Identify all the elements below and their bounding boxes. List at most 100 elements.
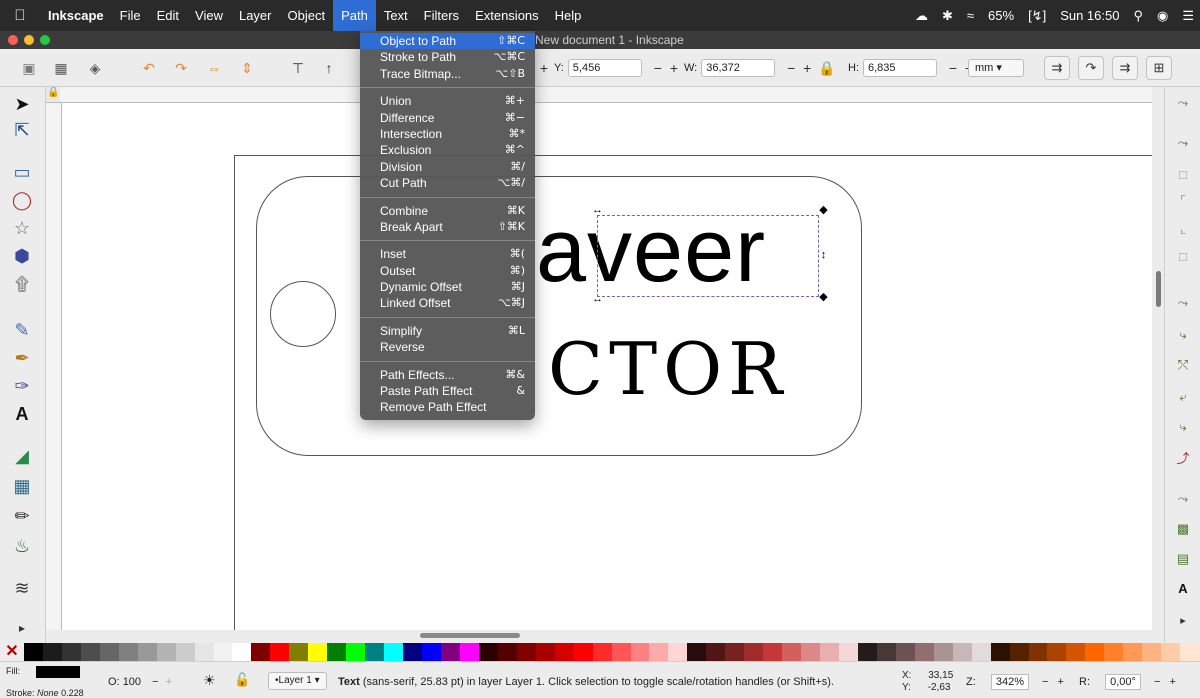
menu-item-union[interactable]: Union ⌘+ — [360, 93, 535, 109]
raise-icon[interactable]: ↑ — [320, 59, 338, 77]
menu-item-combine[interactable]: Combine ⌘K — [360, 203, 535, 219]
selector-tool-icon[interactable]: ➤ — [9, 91, 35, 117]
rotate-ccw-icon[interactable]: ↶ — [140, 59, 158, 77]
menu-item-exclusion[interactable]: Exclusion ⌘^ — [360, 142, 535, 158]
menu-item-division[interactable]: Division ⌘/ — [360, 159, 535, 175]
clock[interactable]: Sun 16:50 — [1060, 8, 1119, 23]
snap-centers-icon[interactable]: ▩ — [1173, 519, 1193, 539]
menu-item-remove-path-effect[interactable]: Remove Path Effect — [360, 399, 535, 415]
toggle-lock-icon[interactable]: 🔓 — [234, 672, 250, 688]
h-decrement-icon[interactable]: − — [947, 60, 959, 76]
palette-swatch[interactable] — [801, 643, 821, 661]
palette-swatch[interactable] — [80, 643, 100, 661]
creative-cloud-icon[interactable]: ☁ — [915, 8, 928, 24]
palette-swatch[interactable] — [857, 643, 877, 661]
toolbox-expand-icon[interactable]: ▸ — [9, 615, 35, 641]
palette-swatch[interactable] — [403, 643, 423, 661]
menu-item-break-apart[interactable]: Break Apart ⇧⌘K — [360, 219, 535, 235]
rotation-input[interactable]: 0,00° — [1105, 674, 1141, 690]
raise-to-top-icon[interactable]: ⊤ — [289, 59, 307, 77]
dropper-tool-icon[interactable]: ✏ — [9, 503, 35, 529]
palette-swatch[interactable] — [118, 643, 138, 661]
palette-swatch[interactable] — [706, 643, 726, 661]
palette-swatch[interactable] — [573, 643, 593, 661]
spiral-tool-icon[interactable]: ۩ — [9, 271, 35, 297]
minimize-window-button[interactable] — [24, 35, 34, 45]
menu-item-difference[interactable]: Difference ⌘− — [360, 110, 535, 126]
palette-swatch[interactable] — [1123, 643, 1143, 661]
menu-object[interactable]: Object — [280, 0, 334, 31]
paint-bucket-tool-icon[interactable]: ♨ — [9, 533, 35, 559]
3d-box-tool-icon[interactable]: ⬢ — [9, 243, 35, 269]
palette-swatch[interactable] — [744, 643, 764, 661]
palette-swatch[interactable] — [725, 643, 745, 661]
drawing-canvas[interactable]: aveer CTOR ↔ ◆ ↕ ↔ ◆ — [62, 103, 1152, 630]
scale-handle-top-right[interactable]: ◆ — [819, 205, 828, 216]
calligraphy-tool-icon[interactable]: ✑ — [9, 373, 35, 399]
menu-item-outset[interactable]: Outset ⌘) — [360, 263, 535, 279]
menu-item-trace-bitmap[interactable]: Trace Bitmap... ⌥⇧B — [360, 66, 535, 82]
palette-swatch[interactable] — [42, 643, 62, 661]
sub-text-object[interactable]: CTOR — [548, 333, 788, 405]
tweak-tool-icon[interactable]: ≋ — [9, 575, 35, 601]
gradient-tool-icon[interactable]: ◢ — [9, 443, 35, 469]
palette-swatch[interactable] — [933, 643, 953, 661]
menu-item-path-effects[interactable]: Path Effects... ⌘& — [360, 367, 535, 383]
palette-swatch[interactable] — [422, 643, 441, 661]
star-tool-icon[interactable]: ☆ — [9, 215, 35, 241]
snap-bbox-icon[interactable]: ⤳ — [1173, 133, 1193, 153]
menu-edit[interactable]: Edit — [149, 0, 187, 31]
palette-swatch[interactable] — [876, 643, 896, 661]
snap-enable-icon[interactable]: ⤳ — [1173, 93, 1193, 113]
palette-swatch[interactable] — [440, 643, 460, 661]
close-window-button[interactable] — [8, 35, 18, 45]
wifi-icon[interactable]: ≈ — [967, 8, 974, 23]
notification-center-icon[interactable]: ☰ — [1182, 8, 1194, 24]
palette-swatch[interactable] — [914, 643, 934, 661]
palette-swatch[interactable] — [346, 643, 366, 661]
move-gradients-icon[interactable]: ⇉ — [1112, 56, 1138, 80]
scale-handle-right[interactable]: ↕ — [819, 250, 828, 261]
palette-swatch[interactable] — [1161, 643, 1181, 661]
zoom-in-icon[interactable]: + — [1058, 676, 1064, 688]
ellipse-tool-icon[interactable]: ◯ — [9, 187, 35, 213]
horizontal-ruler[interactable] — [60, 87, 1152, 103]
snap-nodes-icon[interactable]: ⤳ — [1173, 293, 1193, 313]
palette-swatch[interactable] — [99, 643, 119, 661]
stroke-value[interactable]: None — [37, 688, 59, 698]
palette-swatch[interactable] — [763, 643, 783, 661]
snap-bbox-corners-icon[interactable]: ⌜ — [1173, 191, 1193, 211]
palette-swatch[interactable] — [24, 643, 43, 661]
fill-swatch[interactable] — [36, 666, 80, 678]
palette-swatch[interactable] — [630, 643, 650, 661]
current-layer-select[interactable]: •Layer 1 ▾ — [268, 672, 327, 690]
menu-item-simplify[interactable]: Simplify ⌘L — [360, 323, 535, 339]
palette-swatch[interactable] — [668, 643, 688, 661]
palette-swatch[interactable] — [365, 643, 385, 661]
palette-swatch[interactable] — [289, 643, 309, 661]
menu-text[interactable]: Text — [376, 0, 416, 31]
zoom-out-icon[interactable]: − — [1042, 676, 1048, 688]
palette-swatch[interactable] — [611, 643, 631, 661]
scale-stroke-icon[interactable]: ⇉ — [1044, 56, 1070, 80]
palette-swatch[interactable] — [535, 643, 555, 661]
zoom-input[interactable]: 342% — [990, 674, 1029, 690]
pen-tool-icon[interactable]: ✒ — [9, 345, 35, 371]
vertical-scroll-thumb[interactable] — [1156, 271, 1161, 307]
select-all-icon[interactable]: ▣ — [20, 59, 38, 77]
palette-swatch[interactable] — [1009, 643, 1029, 661]
menu-item-stroke-to-path[interactable]: Stroke to Path ⌥⌘C — [360, 49, 535, 65]
vertical-scrollbar[interactable] — [1154, 103, 1164, 630]
palette-swatch[interactable] — [156, 643, 176, 661]
opacity-decrement-icon[interactable]: − — [152, 676, 158, 688]
snapbar-expand-icon[interactable]: ▸ — [1173, 611, 1193, 631]
menu-item-intersection[interactable]: Intersection ⌘* — [360, 126, 535, 142]
palette-swatch[interactable] — [820, 643, 839, 661]
palette-swatch[interactable] — [1047, 643, 1067, 661]
palette-swatch[interactable] — [1104, 643, 1124, 661]
menu-item-dynamic-offset[interactable]: Dynamic Offset ⌘J — [360, 279, 535, 295]
menu-extensions[interactable]: Extensions — [467, 0, 547, 31]
palette-swatch[interactable] — [213, 643, 233, 661]
snap-line-midpoints-icon[interactable]: ⤴ — [1173, 449, 1193, 469]
palette-swatch[interactable] — [308, 643, 328, 661]
